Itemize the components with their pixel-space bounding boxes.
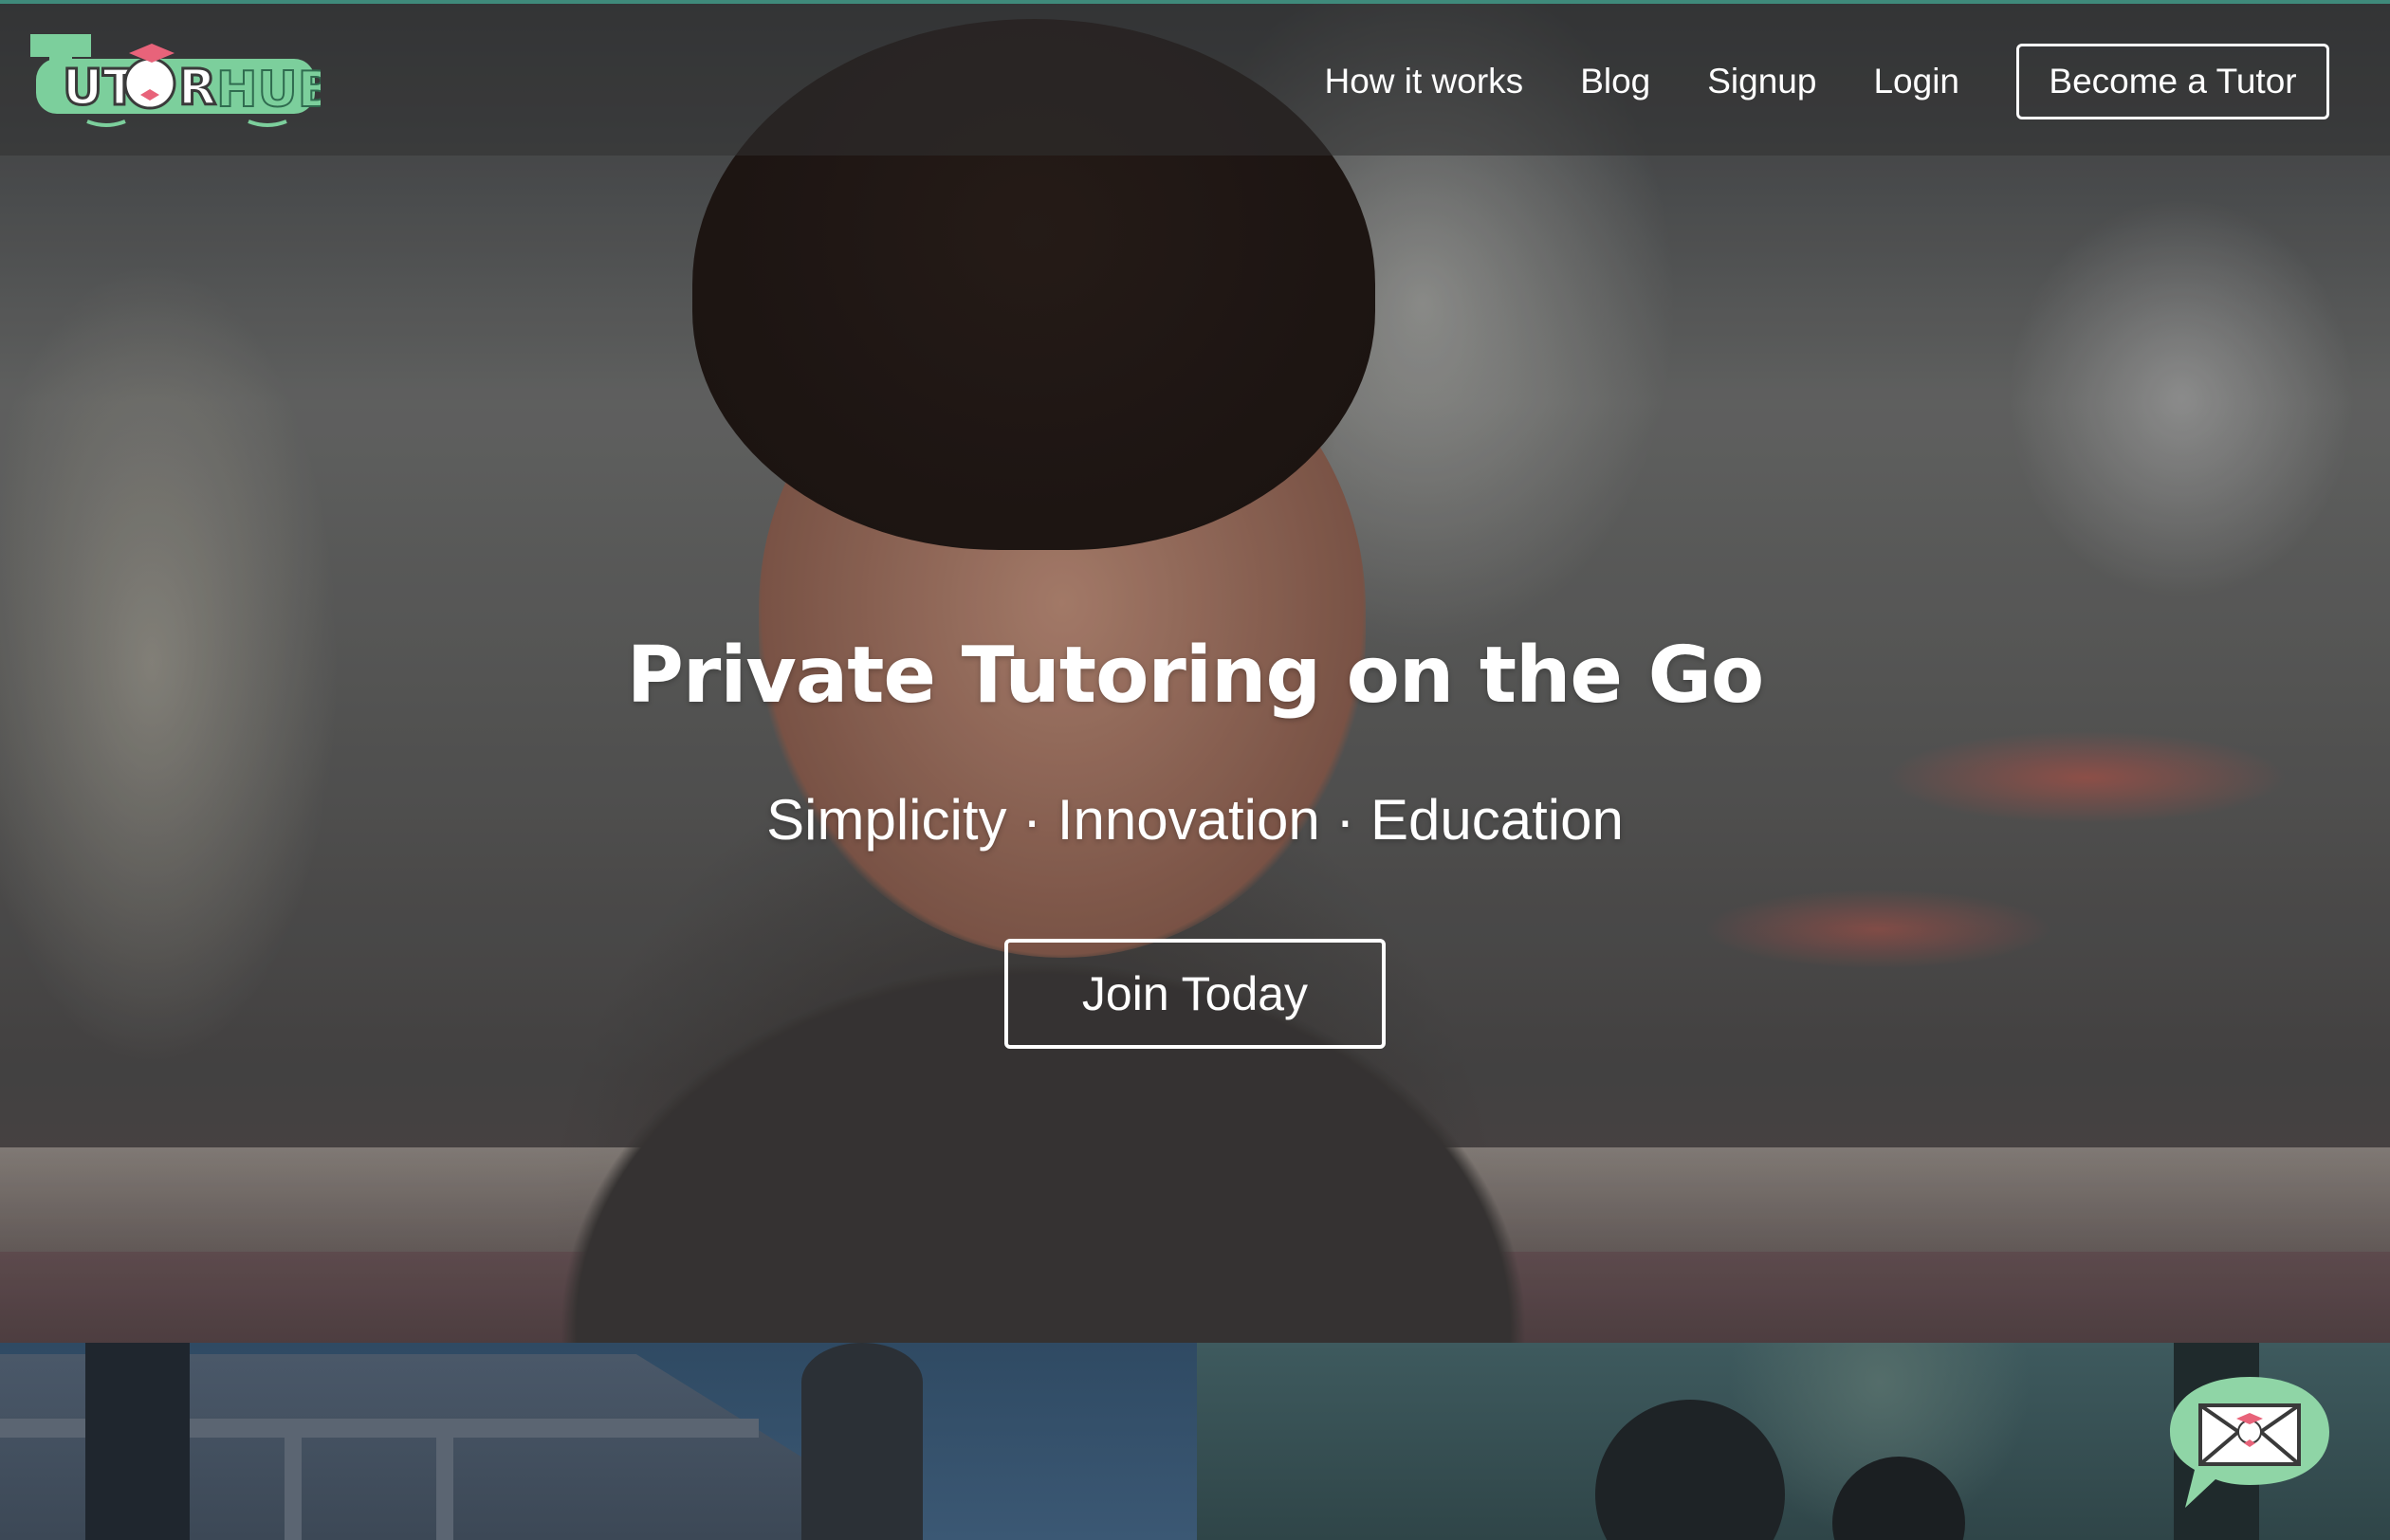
join-today-button[interactable]: Join Today xyxy=(1004,939,1386,1049)
nav-link-login[interactable]: Login xyxy=(1873,62,1959,101)
nav-link-how-it-works[interactable]: How it works xyxy=(1324,62,1523,101)
hero-section: Private Tutoring on the Go Simplicity · … xyxy=(0,0,2390,1343)
become-a-tutor-button[interactable]: Become a Tutor xyxy=(2016,44,2329,119)
feature-tile-campus-image xyxy=(0,1343,1197,1540)
nav-link-signup[interactable]: Signup xyxy=(1707,62,1816,101)
hero-headline: Private Tutoring on the Go xyxy=(626,631,1764,721)
palm-trunk xyxy=(801,1343,923,1540)
building-post xyxy=(436,1438,453,1540)
brand-logo[interactable]: UT R HUB xyxy=(30,30,336,135)
hero-tagline: Simplicity · Innovation · Education xyxy=(766,788,1624,852)
building-post xyxy=(285,1438,302,1540)
svg-text:HUB: HUB xyxy=(216,62,321,119)
nav-links: How it works Blog Signup Login Become a … xyxy=(1324,4,2390,159)
nav-link-blog[interactable]: Blog xyxy=(1580,62,1650,101)
top-navbar: UT R HUB How it works Blog Signup Login … xyxy=(0,0,2390,156)
envelope-icon xyxy=(2170,1377,2329,1508)
svg-text:R: R xyxy=(178,60,216,117)
chat-widget-button[interactable] xyxy=(2166,1371,2333,1513)
tutorhub-logo-icon: UT R HUB xyxy=(30,34,336,127)
tree-trunk xyxy=(85,1343,190,1540)
